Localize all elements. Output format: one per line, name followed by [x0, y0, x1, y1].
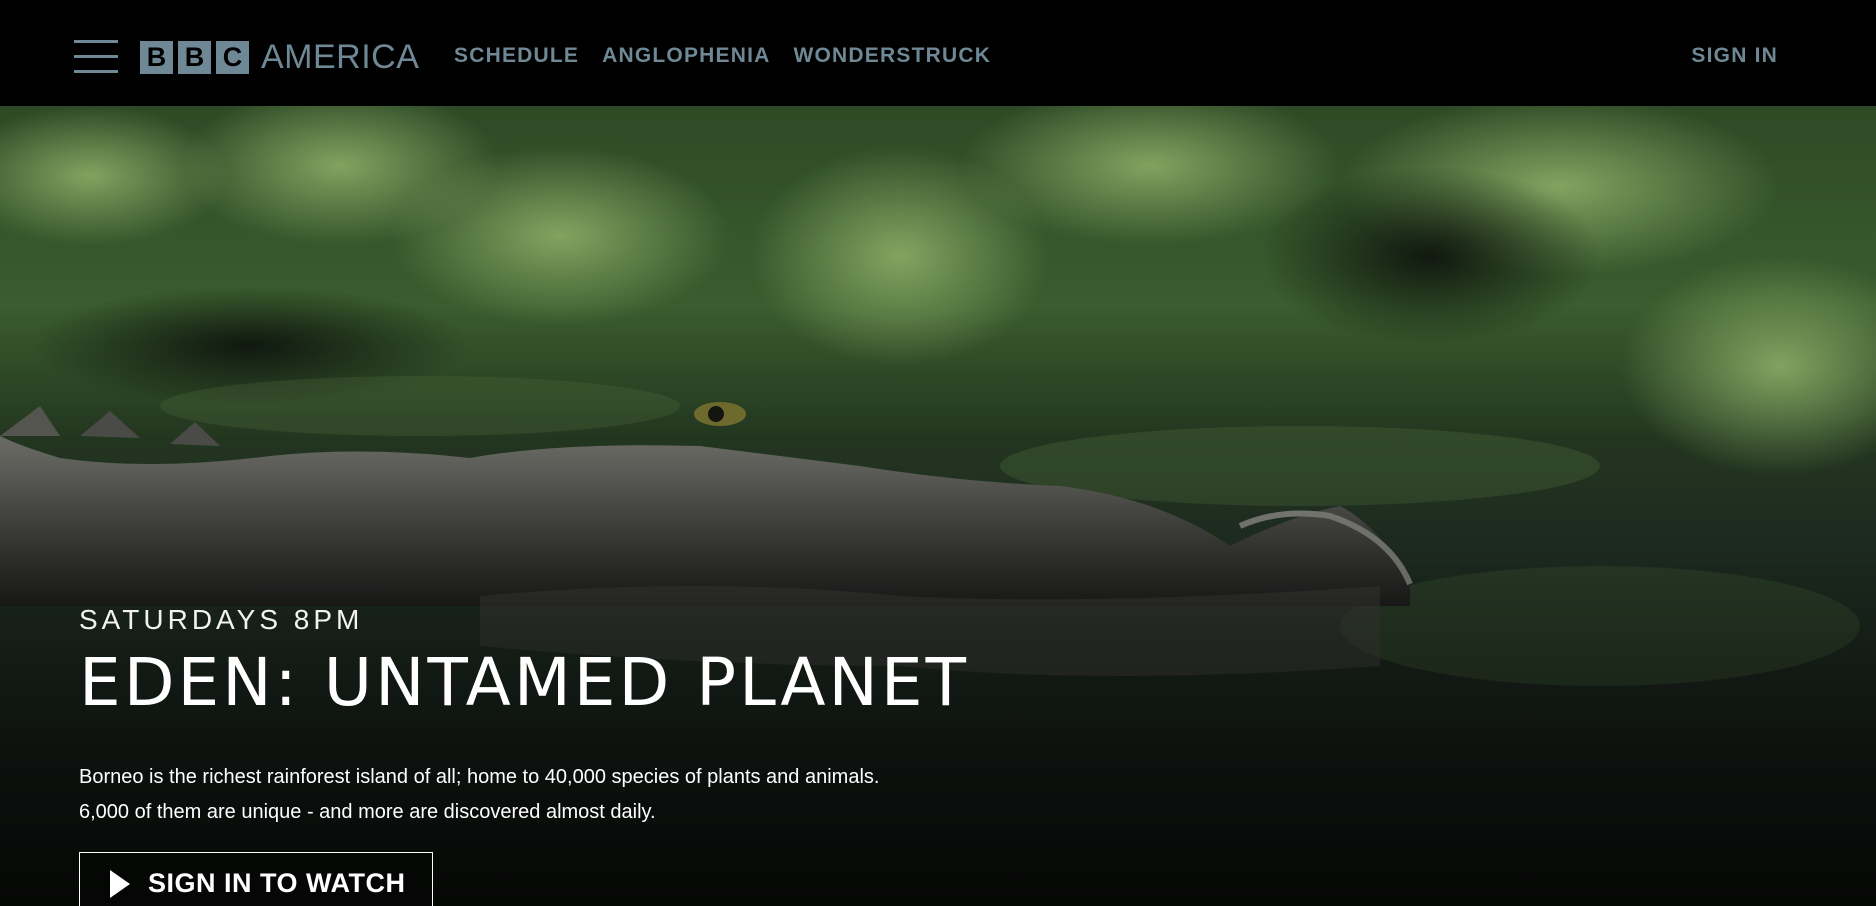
show-title: EDEN: UNTAMED PLANET	[79, 644, 969, 721]
description-line: Borneo is the richest rainforest island …	[79, 766, 880, 789]
top-navigation-bar: B B C AMERICA SCHEDULE ANGLOPHENIA WONDE…	[0, 0, 1876, 106]
show-description: Borneo is the richest rainforest island …	[79, 760, 959, 830]
hero-banner: SATURDAYS 8PM EDEN: UNTAMED PLANET Borne…	[0, 106, 1876, 906]
hero-content: SATURDAYS 8PM EDEN: UNTAMED PLANET Borne…	[79, 604, 969, 906]
logo-letter-c: C	[216, 40, 249, 74]
sign-in-link[interactable]: SIGN IN	[1691, 44, 1778, 68]
nav-link-wonderstruck[interactable]: WONDERSTRUCK	[794, 44, 992, 68]
hamburger-menu-icon[interactable]	[74, 38, 118, 74]
nav-link-schedule[interactable]: SCHEDULE	[454, 44, 579, 68]
main-nav: SCHEDULE ANGLOPHENIA WONDERSTRUCK	[454, 44, 991, 68]
logo-wordmark: AMERICA	[261, 38, 420, 76]
sign-in-to-watch-label: SIGN IN TO WATCH	[148, 868, 406, 899]
show-airtime: SATURDAYS 8PM	[79, 604, 364, 635]
nav-link-anglophenia[interactable]: ANGLOPHENIA	[602, 44, 770, 68]
logo-letter-b2: B	[178, 40, 211, 74]
description-line: 6,000 of them are unique - and more are …	[79, 801, 656, 824]
play-icon	[110, 869, 130, 898]
logo-letter-b1: B	[140, 40, 173, 74]
sign-in-to-watch-button[interactable]: SIGN IN TO WATCH	[79, 852, 433, 906]
bbc-america-logo[interactable]: B B C AMERICA	[140, 39, 419, 75]
